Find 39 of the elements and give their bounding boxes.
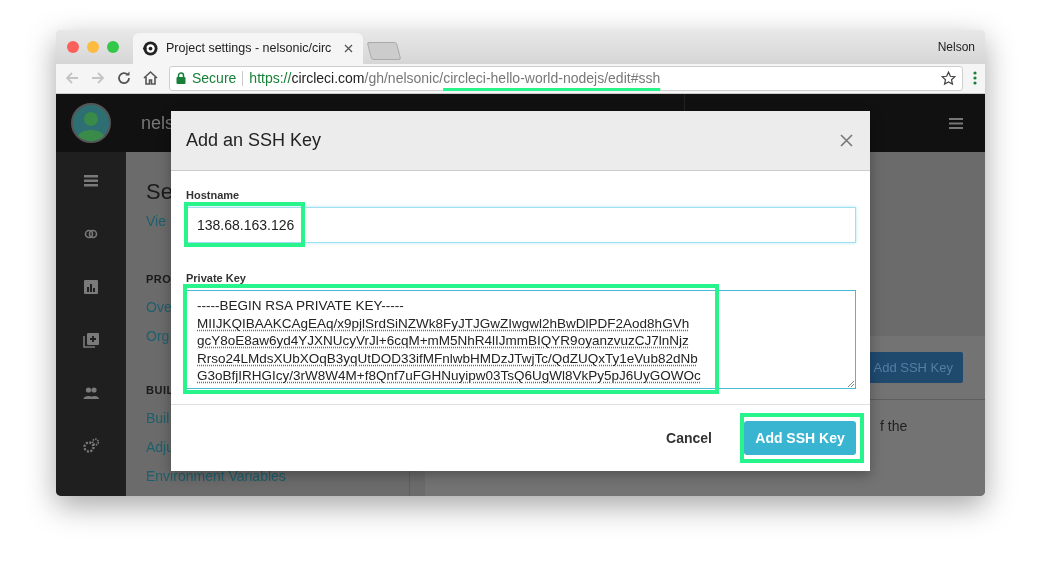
menu-icon[interactable]	[949, 117, 963, 129]
reload-icon[interactable]	[116, 70, 132, 87]
close-icon[interactable]	[344, 43, 353, 53]
nav-section-header: PRO	[146, 273, 172, 285]
resize-handle-icon[interactable]	[847, 380, 854, 387]
add-copy-icon[interactable]	[83, 332, 99, 348]
profile-name[interactable]: Nelson	[937, 39, 975, 54]
cancel-button[interactable]: Cancel	[666, 422, 712, 454]
panel-text: f the	[880, 418, 909, 434]
people-icon[interactable]	[83, 385, 99, 401]
close-window-button[interactable]	[67, 40, 79, 53]
browser-tab[interactable]: Project settings - nelsonic/circ	[133, 32, 363, 64]
circleci-logo-icon	[143, 40, 158, 56]
security-label: Secure	[192, 70, 237, 87]
list-icon[interactable]	[83, 173, 99, 189]
lock-icon	[176, 72, 186, 85]
nav-section-header: BUIL	[146, 384, 174, 396]
address-bar[interactable]: Secure https://circleci.com/gh/nelsonic/circleci-hello-world-nodejs/edit#ssh	[169, 65, 963, 91]
gears-icon[interactable]	[83, 438, 99, 454]
bar-chart-icon[interactable]	[83, 279, 99, 295]
field-label: Hostname	[186, 189, 240, 201]
field-label: Private Key	[186, 272, 246, 284]
nav-link[interactable]: Ove	[146, 299, 172, 315]
dialog-title: Add an SSH Key	[186, 130, 322, 151]
close-icon[interactable]	[840, 134, 853, 147]
nav-link[interactable]: Org	[146, 328, 170, 344]
page-link[interactable]: Vie	[146, 213, 166, 229]
nav-link[interactable]: Buil	[146, 410, 170, 426]
add-ssh-key-button[interactable]: Add SSH Key	[744, 421, 856, 455]
tab-title: Project settings - nelsonic/circ	[166, 41, 333, 56]
url-text: https://circleci.com/gh/nelsonic/circleci-hello-world-nodejs/edit#ssh	[249, 70, 661, 87]
avatar-icon[interactable]	[71, 103, 111, 143]
nav-link[interactable]: Environment Variables	[146, 468, 286, 484]
private-key-field[interactable]: -----BEGIN RSA PRIVATE KEY----- MIIJKQIBAAKCAgEAq/x9pjlSrdSiNZWk8FyJTJGwZIwgwl2hBwDlPDF2Aod8hGVh gcY8oE8aw6yd4YJXNUcyVrJl+6cqM+mM5NhR4lIJmmBIQYR9oyanzvuzCJ7lnNjz Rrso24LMdsXUbXOqB3yqUtDOD33ifMFnlwbHMDzJTwjTc/QdZUQxTy1eVub82dNb G3oBfjIRHGIcy/3rW8W4M+f8Qnf7uFGHNuyipw03TsQ6UgWl8VkPy5pJ6UyGOWOc	[186, 290, 856, 389]
page-title: Se	[146, 179, 173, 205]
star-icon[interactable]	[941, 70, 956, 86]
menu-icon[interactable]	[973, 71, 977, 86]
home-icon[interactable]	[142, 70, 159, 87]
hostname-field[interactable]: 138.68.163.126	[186, 207, 856, 243]
